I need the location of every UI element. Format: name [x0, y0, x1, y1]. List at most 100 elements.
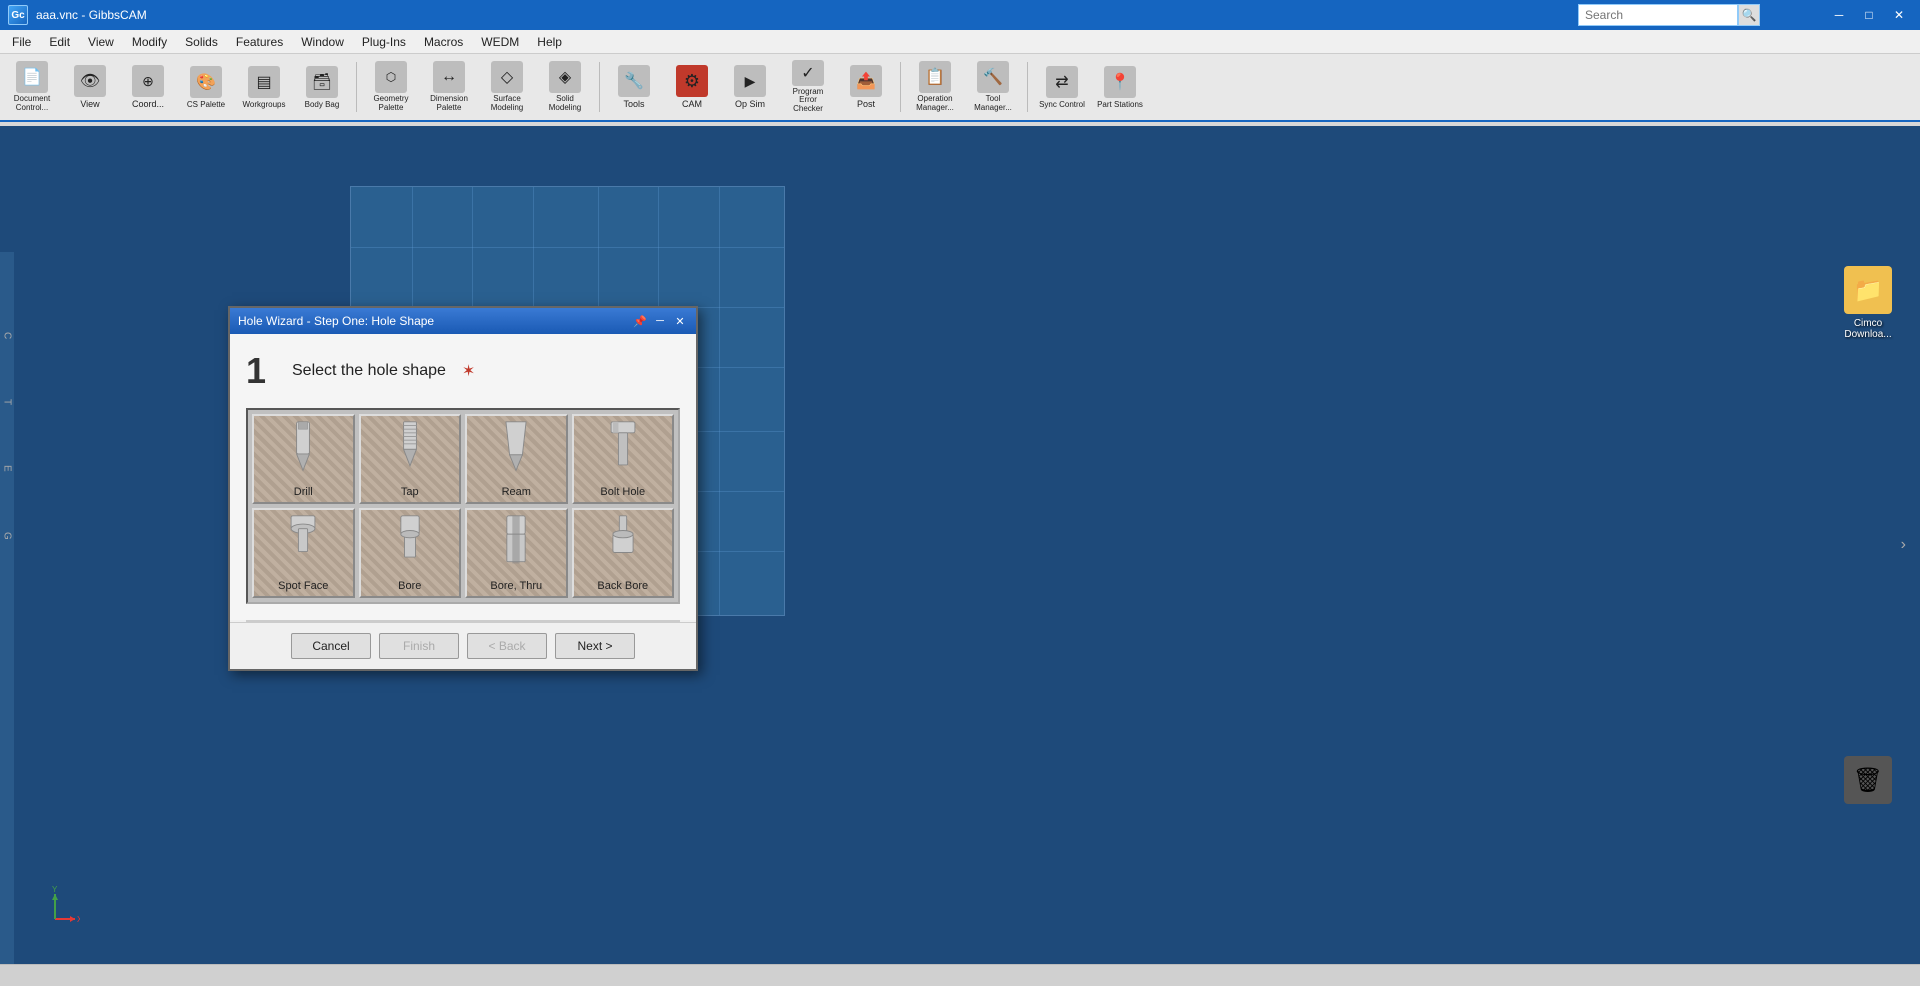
operation-manager-label: OperationManager...	[916, 95, 954, 113]
cancel-button[interactable]: Cancel	[291, 633, 371, 659]
left-label-e: E	[2, 465, 13, 472]
tools-label: Tools	[623, 99, 644, 109]
hole-shape-back-bore[interactable]: Back Bore	[572, 508, 675, 598]
part-stations-label: Part Stations	[1097, 100, 1143, 109]
dialog-title-text: Hole Wizard - Step One: Hole Shape	[238, 314, 434, 328]
toolbar-operation-manager[interactable]: 📋 OperationManager...	[907, 57, 963, 117]
search-bar: 🔍	[1578, 4, 1760, 26]
toolbar-coord[interactable]: ⊕ Coord...	[120, 57, 176, 117]
ream-label: Ream	[467, 486, 566, 498]
toolbar-geometry-palette[interactable]: ⬡ GeometryPalette	[363, 57, 419, 117]
search-icon[interactable]: 🔍	[1738, 4, 1760, 26]
program-error-checker-icon: ✓	[792, 60, 824, 86]
geometry-palette-icon: ⬡	[375, 61, 407, 93]
menu-file[interactable]: File	[4, 33, 39, 51]
toolbar-workgroups[interactable]: ▤ Workgroups	[236, 57, 292, 117]
program-error-checker-label: Program ErrorChecker	[783, 88, 833, 114]
menu-help[interactable]: Help	[529, 33, 570, 51]
title-bar: Gc aaa.vnc - GibbsCAM 🔍 ─ □ ✕	[0, 0, 1920, 30]
coord-label: Coord...	[132, 99, 164, 109]
hole-shape-spot-face[interactable]: Spot Face	[252, 508, 355, 598]
toolbar-body-bag[interactable]: 🗃 Body Bag	[294, 57, 350, 117]
hole-shape-bolt-hole[interactable]: Bolt Hole	[572, 414, 675, 504]
tap-label: Tap	[361, 486, 460, 498]
back-bore-label: Back Bore	[574, 580, 673, 592]
cimco-label: CimcoDownloa...	[1844, 318, 1891, 340]
cam-icon: ⚙	[676, 65, 708, 97]
step-title: Select the hole shape	[292, 362, 446, 380]
toolbar-program-error-checker[interactable]: ✓ Program ErrorChecker	[780, 57, 836, 117]
dialog-minimize-button[interactable]: ─	[652, 313, 668, 329]
toolbar-op-sim[interactable]: ▶ Op Sim	[722, 57, 778, 117]
left-label-c: C	[2, 332, 13, 339]
sync-control-icon: ⇄	[1046, 66, 1078, 98]
hole-shape-bore-thru[interactable]: Bore, Thru	[465, 508, 568, 598]
dimension-palette-label: DimensionPalette	[430, 95, 468, 113]
drill-label: Drill	[254, 486, 353, 498]
desktop-icon-trash[interactable]: 🗑	[1832, 756, 1904, 804]
title-bar-left: Gc aaa.vnc - GibbsCAM	[8, 5, 147, 25]
toolbar-tool-manager[interactable]: 🔨 ToolManager...	[965, 57, 1021, 117]
menu-modify[interactable]: Modify	[124, 33, 175, 51]
toolbar-tools[interactable]: 🔧 Tools	[606, 57, 662, 117]
operation-manager-icon: 📋	[919, 61, 951, 93]
dialog-close-button[interactable]: ✕	[672, 313, 688, 329]
toolbar-separator-3	[900, 62, 901, 112]
menu-plugins[interactable]: Plug-Ins	[354, 33, 414, 51]
toolbar-cam[interactable]: ⚙ CAM	[664, 57, 720, 117]
bore-label: Bore	[361, 580, 460, 592]
sync-control-label: Sync Control	[1039, 100, 1085, 109]
op-sim-icon: ▶	[734, 65, 766, 97]
bottom-bar	[0, 964, 1920, 986]
menu-features[interactable]: Features	[228, 33, 291, 51]
dialog-pin-button[interactable]: 📌	[632, 313, 648, 329]
toolbar-surface-modeling[interactable]: ◇ SurfaceModeling	[479, 57, 535, 117]
toolbar-cs-palette[interactable]: 🎨 CS Palette	[178, 57, 234, 117]
part-stations-icon: 📍	[1104, 66, 1136, 98]
toolbar-view[interactable]: 👁 View	[62, 57, 118, 117]
hole-shape-grid: Drill Tap	[246, 408, 680, 604]
hole-shape-drill[interactable]: Drill	[252, 414, 355, 504]
main-toolbar: 📄 DocumentControl... 👁 View ⊕ Coord... 🎨…	[0, 54, 1920, 122]
view-icon: 👁	[74, 65, 106, 97]
toolbar-separator-4	[1027, 62, 1028, 112]
dialog-header: 1 Select the hole shape ✶	[246, 350, 680, 392]
dialog-footer: Cancel Finish < Back Next >	[230, 622, 696, 669]
workgroups-label: Workgroups	[243, 100, 286, 109]
document-control-icon: 📄	[16, 61, 48, 93]
close-button[interactable]: ✕	[1886, 5, 1912, 25]
next-button[interactable]: Next >	[555, 633, 635, 659]
finish-button[interactable]: Finish	[379, 633, 459, 659]
search-input[interactable]	[1578, 4, 1738, 26]
menu-window[interactable]: Window	[293, 33, 352, 51]
toolbar-dimension-palette[interactable]: ↔ DimensionPalette	[421, 57, 477, 117]
menu-view[interactable]: View	[80, 33, 122, 51]
maximize-button[interactable]: □	[1856, 5, 1882, 25]
menu-macros[interactable]: Macros	[416, 33, 471, 51]
toolbar-part-stations[interactable]: 📍 Part Stations	[1092, 57, 1148, 117]
spot-face-label: Spot Face	[254, 580, 353, 592]
desktop-icons: 📁 CimcoDownloa... 🗑	[1832, 266, 1904, 804]
menu-solids[interactable]: Solids	[177, 33, 226, 51]
toolbar-post[interactable]: 📤 Post	[838, 57, 894, 117]
hole-shape-ream[interactable]: Ream	[465, 414, 568, 504]
axis-indicator: X Y	[30, 884, 80, 934]
dialog-title-controls: 📌 ─ ✕	[632, 313, 688, 329]
hole-shape-bore[interactable]: Bore	[359, 508, 462, 598]
minimize-button[interactable]: ─	[1826, 5, 1852, 25]
dialog-body: 1 Select the hole shape ✶ Drill	[230, 334, 696, 620]
toolbar-sync-control[interactable]: ⇄ Sync Control	[1034, 57, 1090, 117]
menu-edit[interactable]: Edit	[41, 33, 78, 51]
hole-shape-tap[interactable]: Tap	[359, 414, 462, 504]
toolbar-solid-modeling[interactable]: ◈ SolidModeling	[537, 57, 593, 117]
back-button[interactable]: < Back	[467, 633, 547, 659]
cimco-icon: 📁	[1844, 266, 1892, 314]
menu-wedm[interactable]: WEDM	[473, 33, 527, 51]
tool-manager-label: ToolManager...	[974, 95, 1012, 113]
post-icon: 📤	[850, 65, 882, 97]
menu-bar: File Edit View Modify Solids Features Wi…	[0, 30, 1920, 54]
desktop-icon-cimco[interactable]: 📁 CimcoDownloa...	[1832, 266, 1904, 340]
toolbar-separator-1	[356, 62, 357, 112]
right-scroll-arrow[interactable]: ›	[1901, 536, 1906, 554]
toolbar-document-control[interactable]: 📄 DocumentControl...	[4, 57, 60, 117]
